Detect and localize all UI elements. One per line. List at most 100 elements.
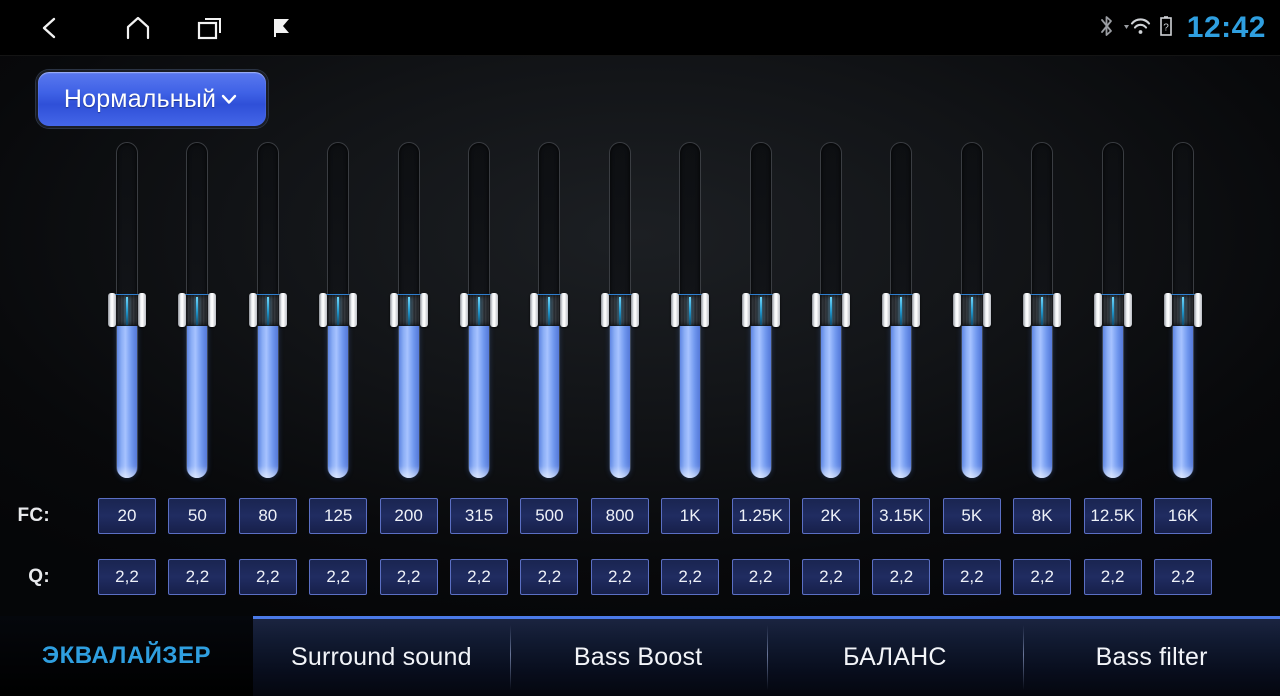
slider-thumb[interactable] — [178, 293, 217, 327]
slider-thumb-cap-right — [771, 293, 780, 327]
slider-thumb[interactable] — [600, 293, 639, 327]
band-slider[interactable] — [952, 142, 991, 488]
fc-value-box[interactable]: 16K — [1154, 498, 1212, 534]
q-value-box[interactable]: 2,2 — [1013, 559, 1072, 595]
slider-thumb-cap-left — [1023, 293, 1032, 327]
tab-surround-sound[interactable]: Surround sound — [253, 619, 510, 696]
slider-thumb-cap-left — [600, 293, 609, 327]
slider-fill — [821, 310, 841, 478]
q-value-box[interactable]: 2,2 — [309, 559, 368, 595]
band-slider[interactable] — [1164, 142, 1202, 488]
q-value-box[interactable]: 2,2 — [450, 559, 508, 595]
slider-thumb-cap-right — [1123, 293, 1132, 327]
q-value-box[interactable]: 2,2 — [872, 559, 931, 595]
q-value-box[interactable]: 2,2 — [1154, 559, 1212, 595]
slider-fill — [257, 310, 278, 478]
q-value-box[interactable]: 2,2 — [98, 559, 156, 595]
slider-thumb[interactable] — [1093, 293, 1132, 327]
fc-value-box[interactable]: 500 — [520, 498, 579, 534]
slider-thumb-core — [537, 294, 562, 326]
recents-icon[interactable] — [182, 0, 238, 56]
q-value-box[interactable]: 2,2 — [379, 559, 438, 595]
slider-thumb[interactable] — [1023, 293, 1062, 327]
slider-thumb[interactable] — [530, 293, 569, 327]
slider-thumb[interactable] — [812, 293, 850, 327]
slider-thumb-cap-left — [248, 293, 257, 327]
q-value-box[interactable]: 2,2 — [1083, 559, 1142, 595]
slider-thumb-core — [748, 294, 773, 326]
slider-thumb[interactable] — [952, 293, 991, 327]
flag-icon[interactable] — [254, 0, 310, 56]
fc-value-box[interactable]: 50 — [168, 498, 227, 534]
fc-value-box[interactable]: 315 — [450, 498, 508, 534]
slider-fill — [891, 310, 912, 478]
tab-bass-boost-label: Bass Boost — [573, 643, 703, 671]
band-slider[interactable] — [671, 142, 710, 488]
slider-thumb[interactable] — [741, 293, 780, 327]
band-slider[interactable] — [178, 142, 217, 488]
fc-value-box[interactable]: 1K — [661, 498, 720, 534]
band-slider[interactable] — [1093, 142, 1132, 488]
fc-value-box[interactable]: 8K — [1013, 498, 1072, 534]
slider-thumb-core — [326, 294, 351, 326]
slider-thumb[interactable] — [108, 293, 146, 327]
slider-thumb-cap-left — [319, 293, 328, 327]
tab-equalizer[interactable]: ЭКВАЛАЙЗЕР — [0, 616, 253, 696]
band-slider[interactable] — [108, 142, 146, 488]
tab-bass-boost[interactable]: Bass Boost — [509, 619, 767, 696]
slider-thumb[interactable] — [248, 293, 287, 327]
q-value-box[interactable]: 2,2 — [238, 559, 297, 595]
slider-thumb-core — [255, 294, 280, 326]
band-slider[interactable] — [460, 142, 498, 488]
home-icon[interactable] — [110, 0, 166, 56]
q-value-box[interactable]: 2,2 — [520, 559, 579, 595]
tab-bass-filter[interactable]: Bass filter — [1023, 619, 1280, 696]
band-slider[interactable] — [319, 142, 358, 488]
bluetooth-icon — [1098, 14, 1115, 43]
fc-value-box[interactable]: 800 — [590, 498, 649, 534]
back-icon[interactable] — [22, 0, 78, 56]
status-clock: 12:42 — [1186, 11, 1266, 44]
slider-thumb-cap-left — [108, 293, 116, 327]
slider-thumb[interactable] — [319, 293, 358, 327]
q-value-box[interactable]: 2,2 — [731, 559, 790, 595]
slider-fill — [469, 310, 489, 478]
slider-thumb[interactable] — [1164, 293, 1202, 327]
band-slider[interactable] — [600, 142, 639, 488]
q-value-box[interactable]: 2,2 — [661, 559, 720, 595]
fc-value-box[interactable]: 12.5K — [1083, 498, 1142, 534]
slider-fill — [961, 310, 982, 478]
band-slider[interactable] — [741, 142, 780, 488]
q-value-box[interactable]: 2,2 — [942, 559, 1001, 595]
fc-value-box[interactable]: 125 — [309, 498, 368, 534]
slider-thumb[interactable] — [671, 293, 710, 327]
band-slider[interactable] — [248, 142, 287, 488]
fc-value-box[interactable]: 2K — [802, 498, 860, 534]
slider-thumb[interactable] — [460, 293, 498, 327]
slider-fill — [680, 310, 701, 478]
tab-balance[interactable]: БАЛАНС — [766, 619, 1024, 696]
fc-value-box[interactable]: 200 — [379, 498, 438, 534]
band-slider[interactable] — [530, 142, 569, 488]
fc-value-box[interactable]: 3.15K — [872, 498, 931, 534]
fc-value-box[interactable]: 5K — [942, 498, 1001, 534]
q-value-box[interactable]: 2,2 — [168, 559, 227, 595]
slider-thumb-core — [396, 294, 421, 326]
slider-thumb-cap-left — [178, 293, 187, 327]
band-slider[interactable] — [1023, 142, 1062, 488]
slider-thumb[interactable] — [389, 293, 428, 327]
q-value-box[interactable]: 2,2 — [590, 559, 649, 595]
svg-text:?: ? — [1163, 22, 1169, 33]
slider-thumb-cap-right — [490, 293, 498, 327]
tab-balance-label: БАЛАНС — [843, 643, 947, 671]
band-slider[interactable] — [882, 142, 921, 488]
slider-fill — [1173, 310, 1193, 478]
band-slider[interactable] — [389, 142, 428, 488]
band-slider[interactable] — [812, 142, 850, 488]
q-value-box[interactable]: 2,2 — [802, 559, 860, 595]
slider-thumb[interactable] — [882, 293, 921, 327]
fc-value-box[interactable]: 20 — [98, 498, 156, 534]
fc-value-box[interactable]: 1.25K — [731, 498, 790, 534]
slider-thumb-core — [819, 294, 843, 326]
fc-value-box[interactable]: 80 — [238, 498, 297, 534]
